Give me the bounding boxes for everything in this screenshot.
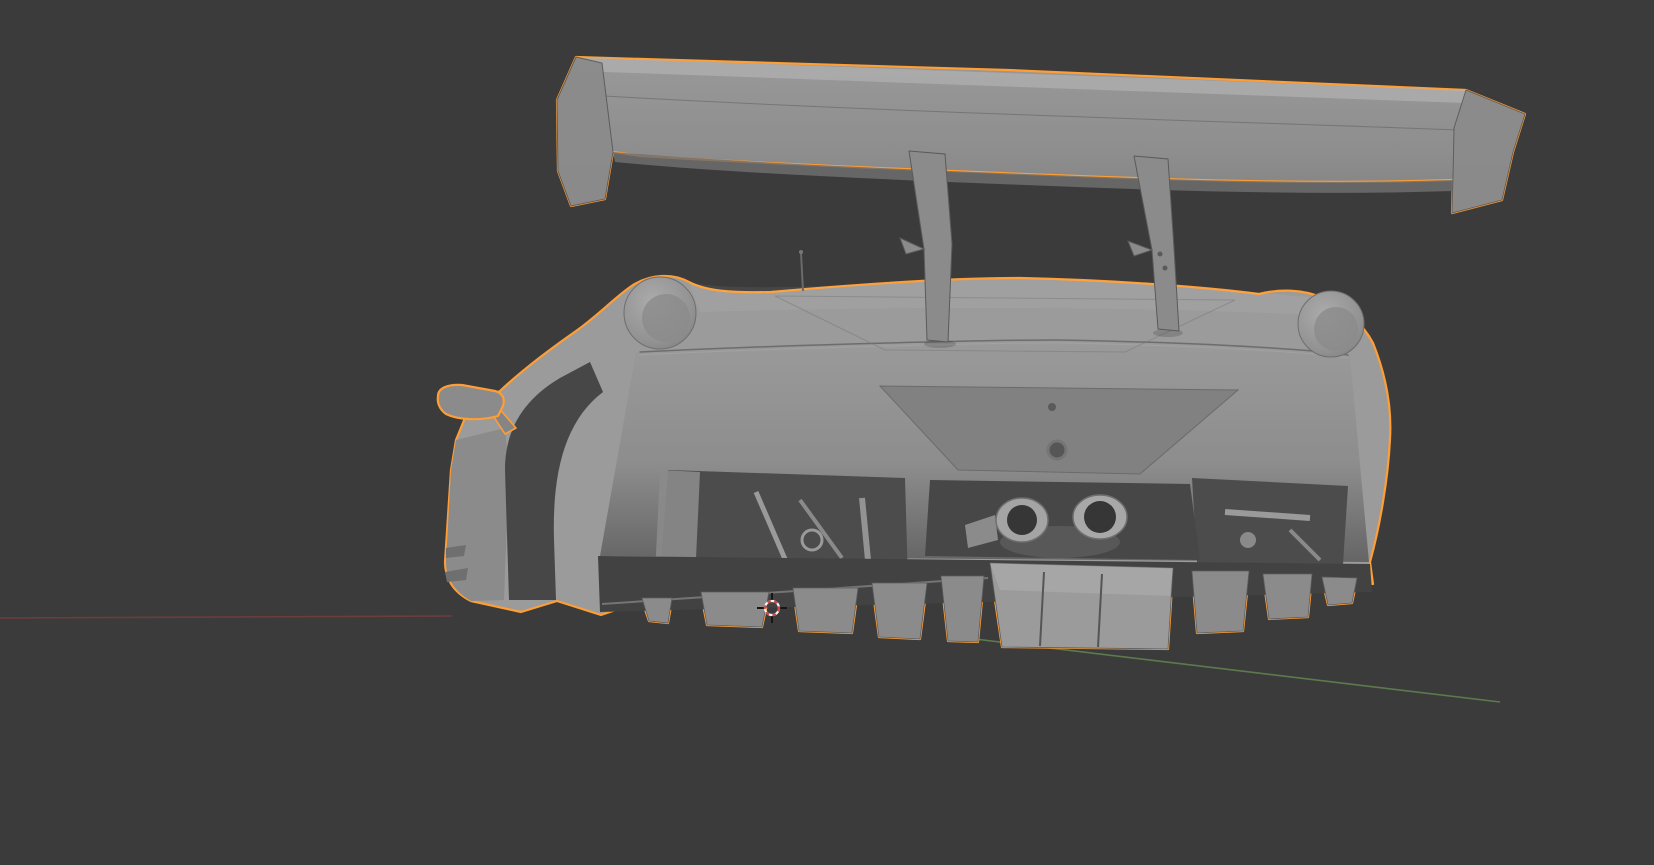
tail-light-left xyxy=(623,276,697,350)
viewport-canvas[interactable] xyxy=(0,0,1654,865)
viewport[interactable] xyxy=(0,0,1654,865)
fascia-small-hole xyxy=(1048,403,1056,411)
diffuser-center-tunnel xyxy=(989,562,1174,650)
exhaust-pipe-right xyxy=(1072,494,1128,540)
exhaust-assembly xyxy=(925,480,1200,560)
exhaust-pipe-left xyxy=(995,497,1049,543)
car-body-object[interactable] xyxy=(443,274,1392,651)
tow-hook-ring xyxy=(1046,439,1068,461)
mirror-housing xyxy=(436,383,505,421)
tail-light-right xyxy=(1297,290,1365,358)
